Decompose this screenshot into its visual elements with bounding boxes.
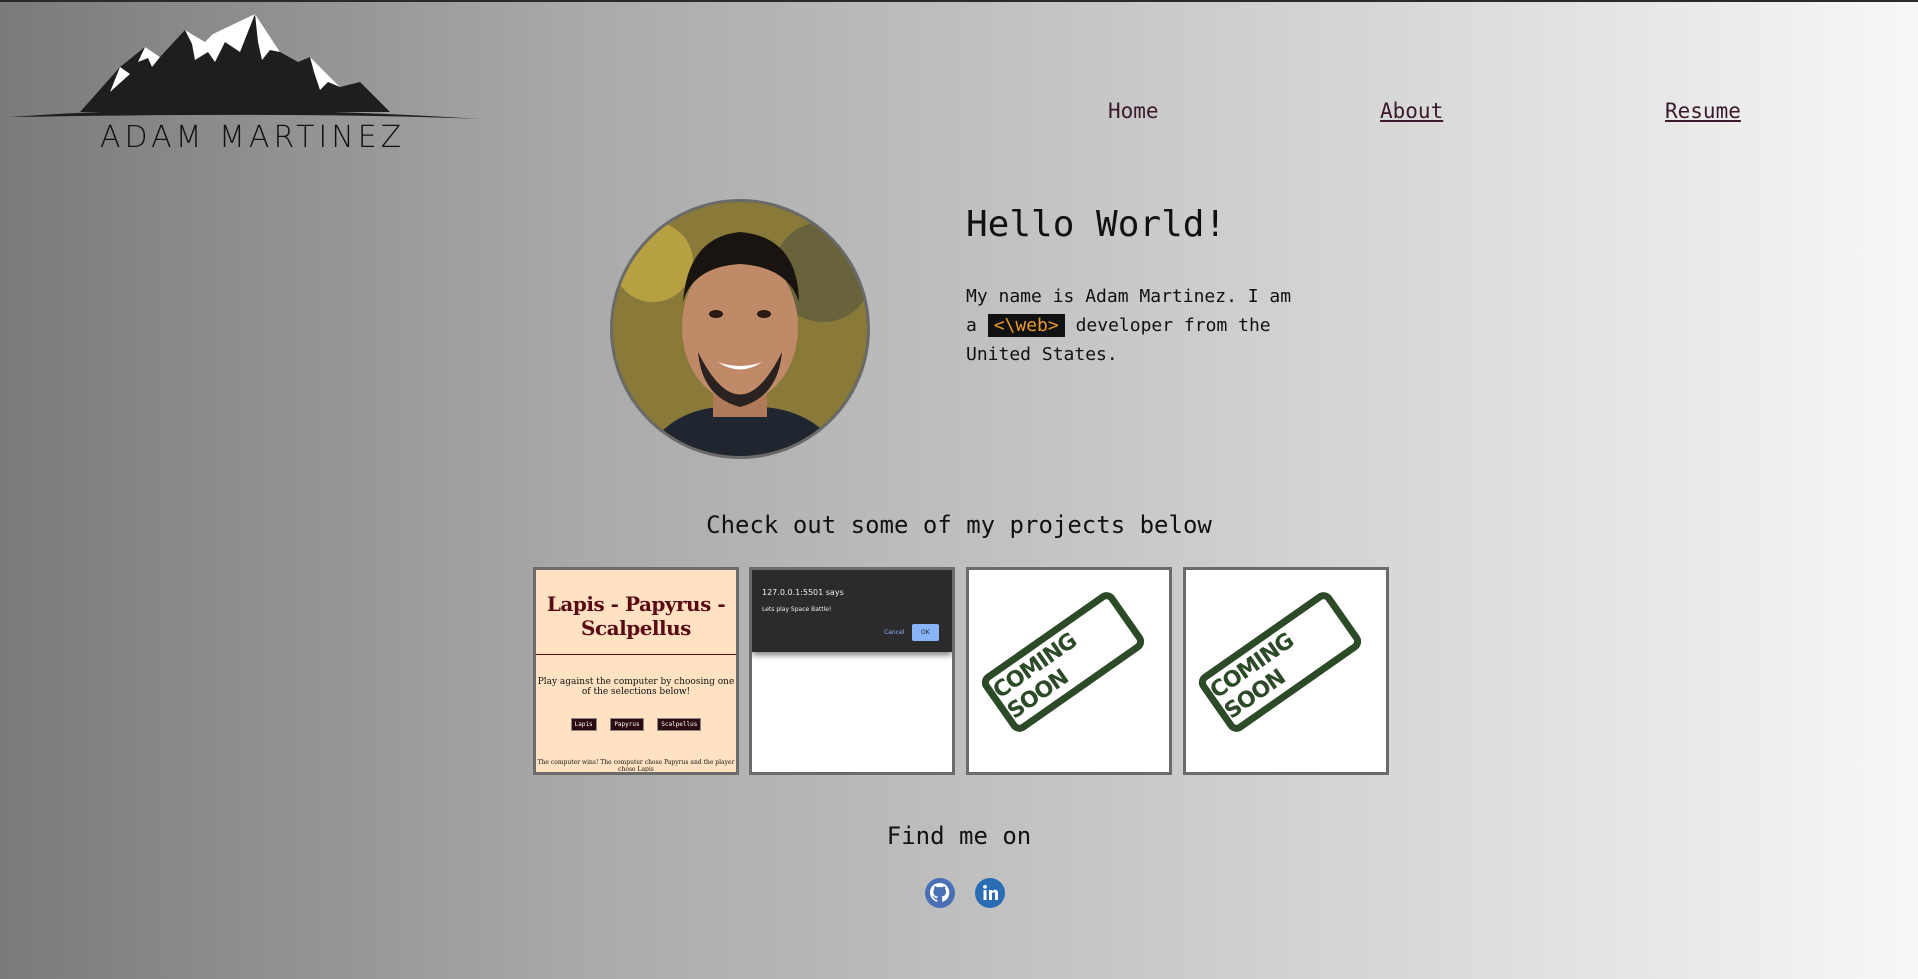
mountain-logo-icon xyxy=(10,14,480,119)
dialog-message: Lets play Space Battle! xyxy=(762,606,832,613)
profile-portrait-icon xyxy=(613,202,867,456)
github-icon xyxy=(925,878,955,908)
logo[interactable]: ADAM MARTINEZ xyxy=(10,12,480,162)
nav-link-about[interactable]: About xyxy=(1380,99,1443,123)
nav-link-resume[interactable]: Resume xyxy=(1665,99,1741,123)
github-link[interactable] xyxy=(924,877,956,909)
greeting-heading: Hello World! xyxy=(966,204,1227,245)
linkedin-icon xyxy=(975,878,1005,908)
project-title: Lapis - Papyrus - Scalpellus xyxy=(546,592,726,640)
project-card-space-battle[interactable]: 127.0.0.1:5501 says Lets play Space Batt… xyxy=(749,567,955,775)
choice-buttons: Lapis Papyrus Scalpellus xyxy=(536,711,736,731)
logo-name: ADAM MARTINEZ xyxy=(100,120,406,155)
project-card-coming-soon-1[interactable]: COMING SOON xyxy=(966,567,1172,775)
web-tag: <\web> xyxy=(987,314,1065,337)
project-card-lps[interactable]: Lapis - Papyrus - Scalpellus Play agains… xyxy=(533,567,739,775)
linkedin-link[interactable] xyxy=(974,877,1006,909)
dialog-title: 127.0.0.1:5501 says xyxy=(762,588,844,597)
project-card-coming-soon-2[interactable]: COMING SOON xyxy=(1183,567,1389,775)
game-result: The computer wins! The computer chose Pa… xyxy=(537,759,735,773)
nav-link-home[interactable]: Home xyxy=(1108,99,1159,123)
profile-photo xyxy=(610,199,870,459)
find-me-heading: Find me on xyxy=(886,822,1032,850)
project-subtitle: Play against the computer by choosing on… xyxy=(537,677,735,697)
coming-soon-stamp: COMING SOON xyxy=(1194,588,1366,736)
projects-heading: Check out some of my projects below xyxy=(706,511,1212,539)
choice-scalpellus: Scalpellus xyxy=(657,718,702,731)
choice-lapis: Lapis xyxy=(570,718,597,731)
coming-soon-stamp: COMING SOON xyxy=(977,588,1149,736)
intro-text: My name is Adam Martinez. I am a <\web> … xyxy=(966,282,1306,369)
choice-papyrus: Papyrus xyxy=(610,718,644,731)
divider xyxy=(536,654,736,655)
dialog-cancel: Cancel xyxy=(884,629,905,636)
dialog-ok: OK xyxy=(912,624,939,641)
alert-dialog: 127.0.0.1:5501 says Lets play Space Batt… xyxy=(752,570,952,652)
